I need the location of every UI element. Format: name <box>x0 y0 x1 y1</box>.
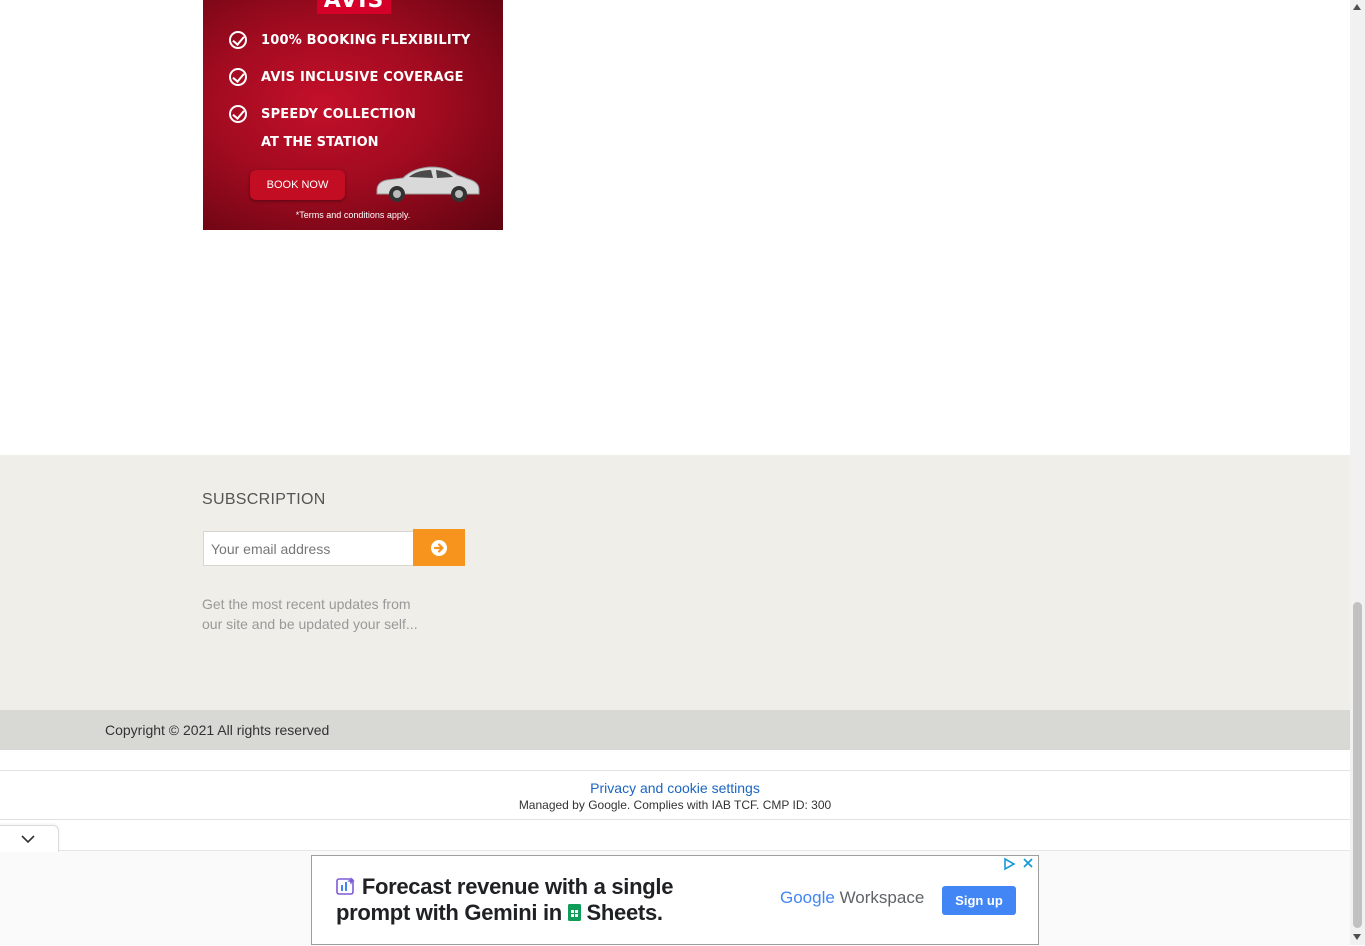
sign-up-button[interactable]: Sign up <box>942 886 1016 915</box>
ad-controls <box>1002 857 1034 871</box>
car-image <box>376 166 480 202</box>
avis-feature-text: SPEEDY COLLECTION <box>261 106 417 122</box>
avis-feature-row: AVIS INCLUSIVE COVERAGE <box>229 68 464 86</box>
avis-feature-continuation: AT THE STATION <box>261 135 379 150</box>
check-circle-icon <box>229 31 247 49</box>
email-field[interactable] <box>203 531 414 566</box>
subscription-title: SUBSCRIPTION <box>202 491 326 508</box>
ad-headline-line2: prompt with Gemini in <box>336 900 562 925</box>
avis-ad-banner[interactable]: AVIS 100% BOOKING FLEXIBILITY AVIS INCLU… <box>203 0 503 230</box>
ad-headline-line1: Forecast revenue with a single <box>361 874 674 899</box>
scroll-down-icon[interactable] <box>1353 934 1361 940</box>
adchoices-icon[interactable] <box>1002 857 1016 871</box>
avis-logo: AVIS <box>317 0 391 14</box>
consent-bar: Privacy and cookie settings Managed by G… <box>0 770 1350 820</box>
avis-feature-text: AVIS INCLUSIVE COVERAGE <box>261 69 464 85</box>
avis-feature-row: 100% BOOKING FLEXIBILITY <box>229 31 471 49</box>
google-ad[interactable]: Forecast revenue with a single prompt wi… <box>311 855 1039 945</box>
scroll-up-icon[interactable] <box>1353 4 1361 10</box>
sheets-icon <box>567 904 581 921</box>
subscription-description: Get the most recent updates from our sit… <box>202 596 418 632</box>
check-circle-icon <box>229 105 247 123</box>
terms-text: *Terms and conditions apply. <box>295 210 411 220</box>
ad-headline: Forecast revenue with a single prompt wi… <box>336 874 673 926</box>
chevron-down-icon <box>21 835 35 844</box>
gemini-chart-icon <box>336 877 355 895</box>
arrow-circle-right-icon <box>431 539 447 556</box>
subscribe-button[interactable] <box>413 529 465 566</box>
vertical-scrollbar[interactable] <box>1350 0 1365 945</box>
copyright-text: Copyright © 2021 All rights reserved <box>105 722 330 738</box>
copyright-bar: Copyright © 2021 All rights reserved <box>0 710 1350 750</box>
check-circle-icon <box>229 68 247 86</box>
workspace-wordmark: Workspace <box>839 888 925 907</box>
google-wordmark: Google <box>780 888 835 907</box>
scroll-thumb[interactable] <box>1353 602 1362 928</box>
google-workspace-logo: Google Workspace <box>780 888 924 908</box>
book-now-button[interactable]: BOOK NOW <box>250 170 345 200</box>
avis-feature-text: 100% BOOKING FLEXIBILITY <box>261 32 471 48</box>
subscription-section: SUBSCRIPTION Get the most recent updates… <box>0 455 1350 710</box>
ad-headline-line2-end: Sheets. <box>586 900 663 925</box>
consent-managed-text: Managed by Google. Complies with IAB TCF… <box>518 798 832 812</box>
collapse-ad-button[interactable] <box>0 825 59 852</box>
avis-feature-row: SPEEDY COLLECTION <box>229 105 416 123</box>
close-icon[interactable] <box>1022 857 1034 869</box>
privacy-settings-link[interactable]: Privacy and cookie settings <box>0 780 1350 796</box>
